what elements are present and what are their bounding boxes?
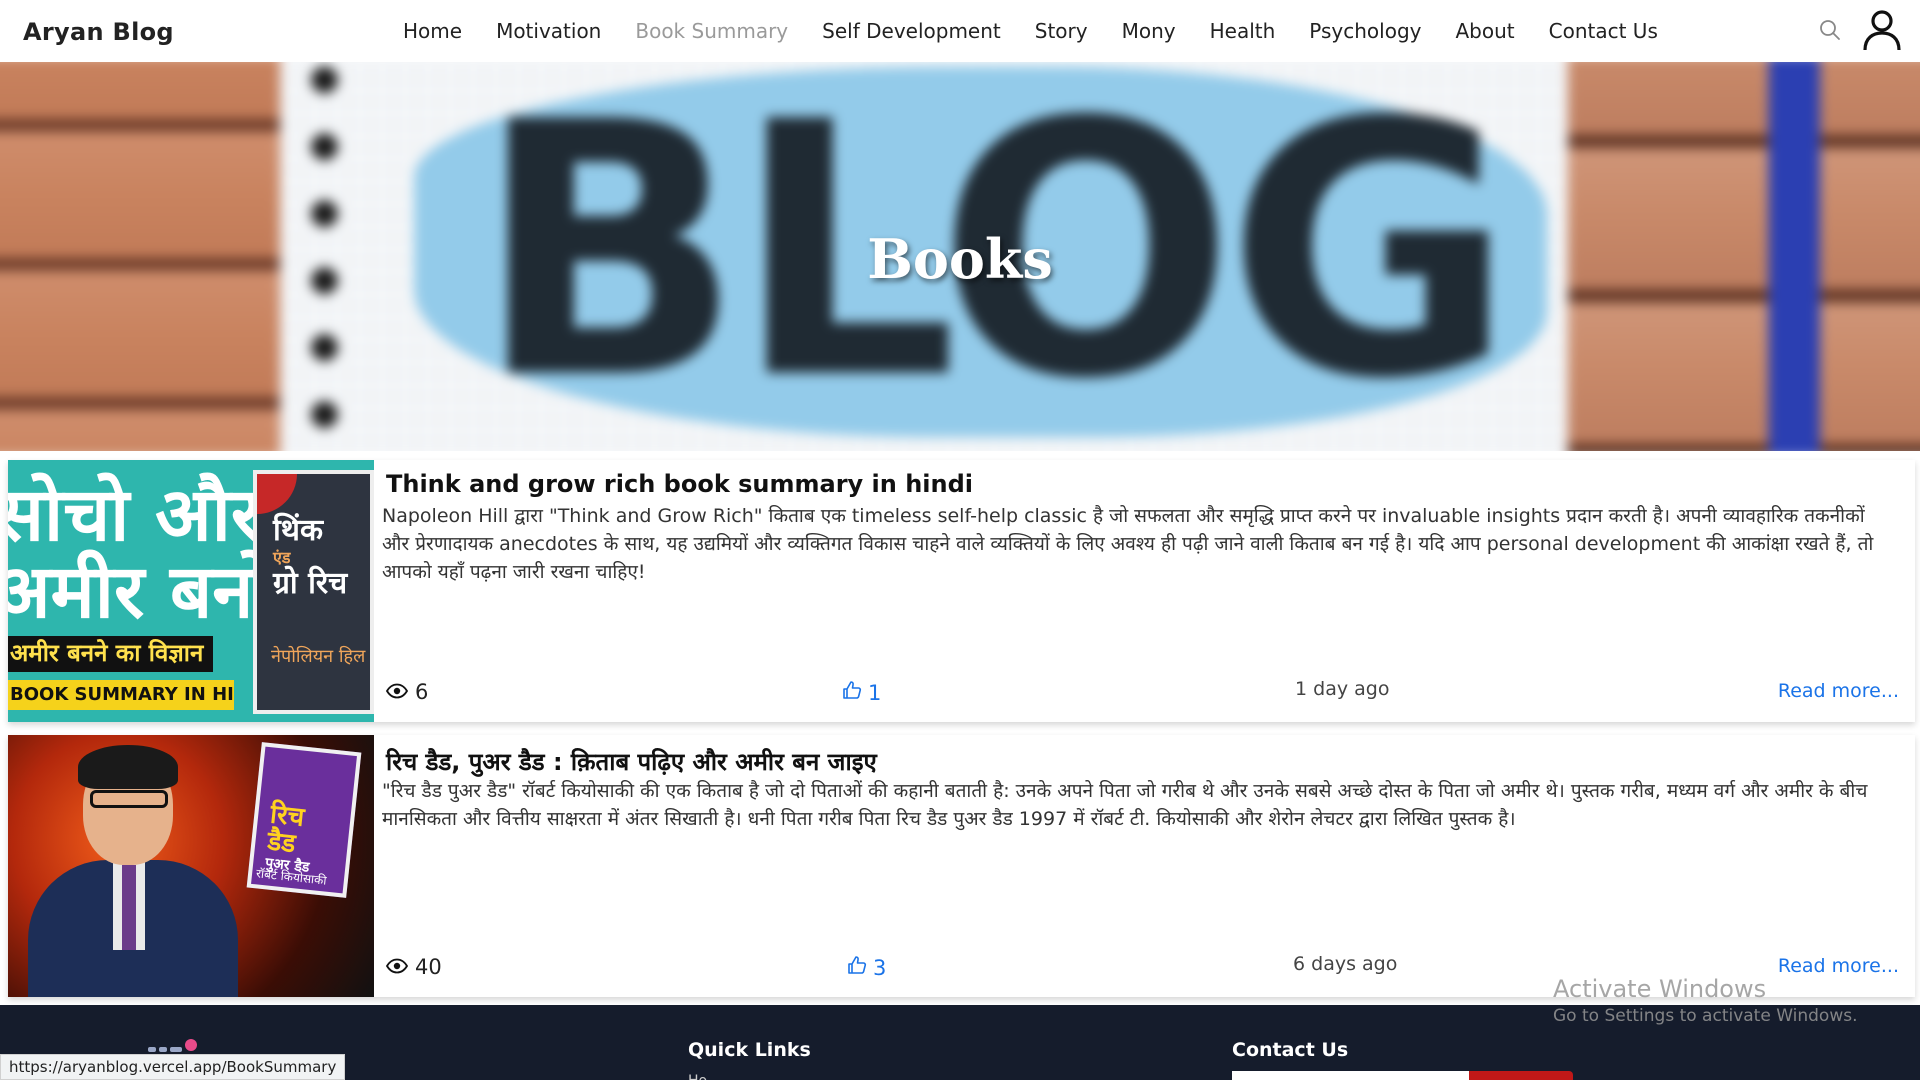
nav-story[interactable]: Story <box>1018 19 1105 43</box>
search-icon[interactable] <box>1818 18 1842 42</box>
nav-self-development[interactable]: Self Development <box>805 19 1018 43</box>
post-card: सोचो और अमीर बनो अमीर बनने का विज्ञान BO… <box>8 460 1915 722</box>
book-title-line1: थिंक <box>273 513 323 548</box>
view-count: 40 <box>385 955 442 979</box>
nav-health[interactable]: Health <box>1193 19 1293 43</box>
watermark-title: Activate Windows <box>1553 975 1767 1003</box>
view-count-value: 40 <box>415 955 442 979</box>
thumbnail-heading-line2: अमीर बनो <box>8 549 273 635</box>
thumbnail-book-cover: थिंक एंड ग्रो रिच नेपोलियन हिल <box>253 470 374 714</box>
nav-links: Home Motivation Book Summary Self Develo… <box>386 0 1675 62</box>
footer-quick-link-home[interactable]: Ho <box>688 1073 707 1080</box>
book-title-line2: एंड <box>273 547 291 567</box>
thumbs-up-icon[interactable] <box>842 680 862 705</box>
post-thumbnail[interactable]: सोचो और अमीर बनो अमीर बनने का विज्ञान BO… <box>8 460 374 722</box>
nav-book-summary[interactable]: Book Summary <box>618 19 805 43</box>
thumbs-up-icon[interactable] <box>847 955 867 980</box>
navbar: Aryan Blog Home Motivation Book Summary … <box>0 0 1920 62</box>
hero-title: Books <box>867 227 1053 291</box>
like-count[interactable]: 1 <box>842 680 881 705</box>
like-count-value: 1 <box>868 680 882 705</box>
like-count-value: 3 <box>873 955 887 980</box>
post-title[interactable]: Think and grow rich book summary in hind… <box>386 470 973 498</box>
browser-status-url: https://aryanblog.vercel.app/BookSummary <box>0 1054 346 1080</box>
thumbnail-banner: BOOK SUMMARY IN HINDI <box>8 680 234 710</box>
post-timestamp: 6 days ago <box>1293 953 1398 975</box>
book-author: नेपोलियन हिल <box>271 646 366 667</box>
footer-contact-heading: Contact Us <box>1232 1039 1349 1061</box>
post-thumbnail[interactable]: रिच डैड पुअर डैड रॉबर्ट कियोसाकी <box>8 735 374 997</box>
nav-icons <box>1818 8 1904 52</box>
view-count-value: 6 <box>415 680 429 704</box>
thumbnail-band: अमीर बनने का विज्ञान <box>8 636 213 672</box>
thumbnail-book-cover: रिच डैड पुअर डैड रॉबर्ट कियोसाकी <box>246 742 362 898</box>
nav-contact-us[interactable]: Contact Us <box>1532 19 1675 43</box>
book-title-line3: ग्रो रिच <box>273 565 348 601</box>
read-more-link[interactable]: Read more... <box>1778 680 1899 702</box>
nav-mony[interactable]: Mony <box>1105 19 1193 43</box>
book-author: रॉबर्ट कियोसाकी <box>255 866 328 888</box>
thumbnail-heading-line1: सोचो और <box>8 472 262 558</box>
eye-icon <box>385 680 409 704</box>
footer-quick-links-heading: Quick Links <box>688 1039 811 1061</box>
hero-banner: BLOG Books <box>0 62 1920 451</box>
eye-icon <box>385 955 409 979</box>
nav-motivation[interactable]: Motivation <box>479 19 618 43</box>
nav-about[interactable]: About <box>1439 19 1532 43</box>
watermark-subtitle: Go to Settings to activate Windows. <box>1553 1006 1858 1026</box>
post-description: "रिच डैड पुअर डैड" रॉबर्ट कियोसाकी की एक… <box>382 780 1868 830</box>
user-icon[interactable] <box>1860 8 1904 52</box>
post-title[interactable]: रिच डैड, पुअर डैड : क़िताब पढ़िए और अमीर… <box>386 745 877 778</box>
view-count: 6 <box>385 680 429 704</box>
activate-windows-watermark: Activate Windows Go to Settings to activ… <box>1553 974 1858 1028</box>
post-description: Napoleon Hill द्वारा "Think and Grow Ric… <box>382 505 1874 583</box>
nav-psychology[interactable]: Psychology <box>1292 19 1438 43</box>
post-timestamp: 1 day ago <box>1295 678 1390 700</box>
footer-contact-button[interactable] <box>1469 1071 1573 1080</box>
like-count[interactable]: 3 <box>847 955 886 980</box>
footer-contact-input[interactable] <box>1232 1071 1469 1080</box>
nav-home[interactable]: Home <box>386 19 479 43</box>
brand-logo[interactable]: Aryan Blog <box>23 18 174 46</box>
post-card: रिच डैड पुअर डैड रॉबर्ट कियोसाकी रिच डैड… <box>8 735 1915 997</box>
